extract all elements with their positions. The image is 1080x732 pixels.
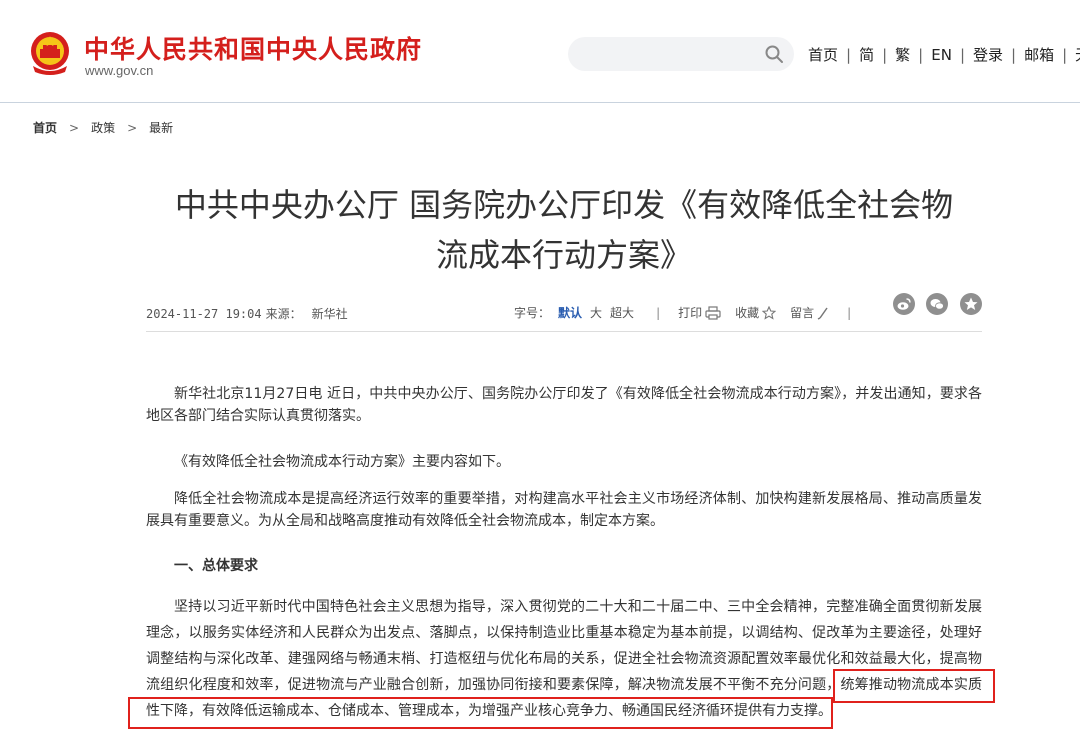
tools-separator: | bbox=[847, 305, 852, 320]
font-size-default[interactable]: 默认 bbox=[558, 304, 582, 321]
source-label: 来源： bbox=[265, 307, 302, 321]
nav-login[interactable]: 登录 bbox=[973, 44, 1003, 65]
font-size-label: 字号： bbox=[514, 306, 551, 320]
highlight-box bbox=[128, 697, 833, 729]
site-url: www.gov.cn bbox=[85, 63, 154, 78]
weibo-icon bbox=[897, 298, 911, 310]
breadcrumb-home[interactable]: 首页 bbox=[33, 119, 57, 136]
nav-mail[interactable]: 邮箱 bbox=[1024, 44, 1054, 65]
star-outline-icon bbox=[762, 305, 777, 320]
chevron-right-icon: > bbox=[69, 120, 80, 135]
breadcrumb-policy[interactable]: 政策 bbox=[91, 119, 115, 136]
section-heading: 一、总体要求 bbox=[174, 558, 258, 574]
favorite-button[interactable]: 收藏 bbox=[735, 304, 777, 321]
pencil-icon bbox=[817, 307, 828, 320]
weibo-share-button[interactable] bbox=[893, 293, 915, 315]
nav-traditional[interactable]: 繁 bbox=[895, 44, 910, 65]
wechat-icon bbox=[930, 299, 944, 310]
breadcrumb-latest[interactable]: 最新 bbox=[149, 119, 173, 136]
title-line-2: 流成本行动方案》 bbox=[435, 236, 692, 274]
print-label: 打印 bbox=[678, 306, 703, 320]
print-button[interactable]: 打印 bbox=[678, 304, 721, 321]
national-emblem-icon[interactable] bbox=[27, 30, 73, 76]
nav-english[interactable]: EN bbox=[931, 46, 952, 64]
nav-home[interactable]: 首页 bbox=[808, 44, 838, 65]
printer-icon bbox=[705, 305, 721, 320]
chevron-right-icon: > bbox=[127, 120, 138, 135]
tools-separator: | bbox=[656, 305, 661, 320]
wechat-share-button[interactable] bbox=[926, 293, 948, 315]
site-name[interactable]: 中华人民共和国中央人民政府 bbox=[84, 30, 422, 66]
article-meta-bar: 2024-11-27 19:04 来源： 新华社 字号： 默认 大 超大 | 打印 … bbox=[146, 293, 982, 332]
nav-simplified[interactable]: 简 bbox=[859, 44, 874, 65]
nav-separator: | bbox=[882, 45, 888, 64]
comment-label: 留言 bbox=[790, 306, 815, 320]
nav-separator: | bbox=[1062, 45, 1068, 64]
nav-separator: | bbox=[918, 45, 924, 64]
nav-accessibility[interactable]: 无障 bbox=[1075, 44, 1080, 65]
nav-separator: | bbox=[846, 45, 852, 64]
font-size-xlarge[interactable]: 超大 bbox=[610, 304, 634, 321]
site-header: 中华人民共和国中央人民政府 www.gov.cn 首页 | 简 | 繁 | EN… bbox=[0, 0, 1080, 103]
highlight-box bbox=[833, 669, 995, 703]
article-tools: 字号： 默认 大 超大 | 打印 收藏 留言 | bbox=[514, 304, 869, 321]
search-input[interactable] bbox=[568, 37, 794, 71]
favorite-star-icon bbox=[964, 297, 978, 310]
paragraph: 降低全社会物流成本是提高经济运行效率的重要举措，对构建高水平社会主义市场经济体制… bbox=[146, 491, 982, 529]
paragraph: 《有效降低全社会物流成本行动方案》主要内容如下。 bbox=[174, 454, 510, 470]
top-navigation: 首页 | 简 | 繁 | EN | 登录 | 邮箱 | 无障 bbox=[808, 44, 1080, 65]
nav-separator: | bbox=[959, 45, 965, 64]
paragraph: 新华社北京11月27日电 近日，中共中央办公厅、国务院办公厅印发了《有效降低全社… bbox=[146, 386, 982, 424]
source-name: 新华社 bbox=[311, 307, 348, 321]
favorite-label: 收藏 bbox=[735, 306, 760, 320]
publish-datetime: 2024-11-27 19:04 bbox=[146, 307, 262, 321]
page-title: 中共中央办公厅 国务院办公厅印发《有效降低全社会物 流成本行动方案》 bbox=[140, 180, 988, 280]
title-line-1: 中共中央办公厅 国务院办公厅印发《有效降低全社会物 bbox=[174, 186, 954, 224]
font-size-large[interactable]: 大 bbox=[590, 304, 602, 321]
nav-separator: | bbox=[1011, 45, 1017, 64]
comment-button[interactable]: 留言 bbox=[790, 304, 829, 321]
publish-info: 2024-11-27 19:04 来源： 新华社 bbox=[146, 305, 348, 322]
favorite-share-button[interactable] bbox=[960, 293, 982, 315]
breadcrumb: 首页 > 政策 > 最新 bbox=[33, 119, 173, 136]
search-icon[interactable] bbox=[764, 44, 784, 64]
